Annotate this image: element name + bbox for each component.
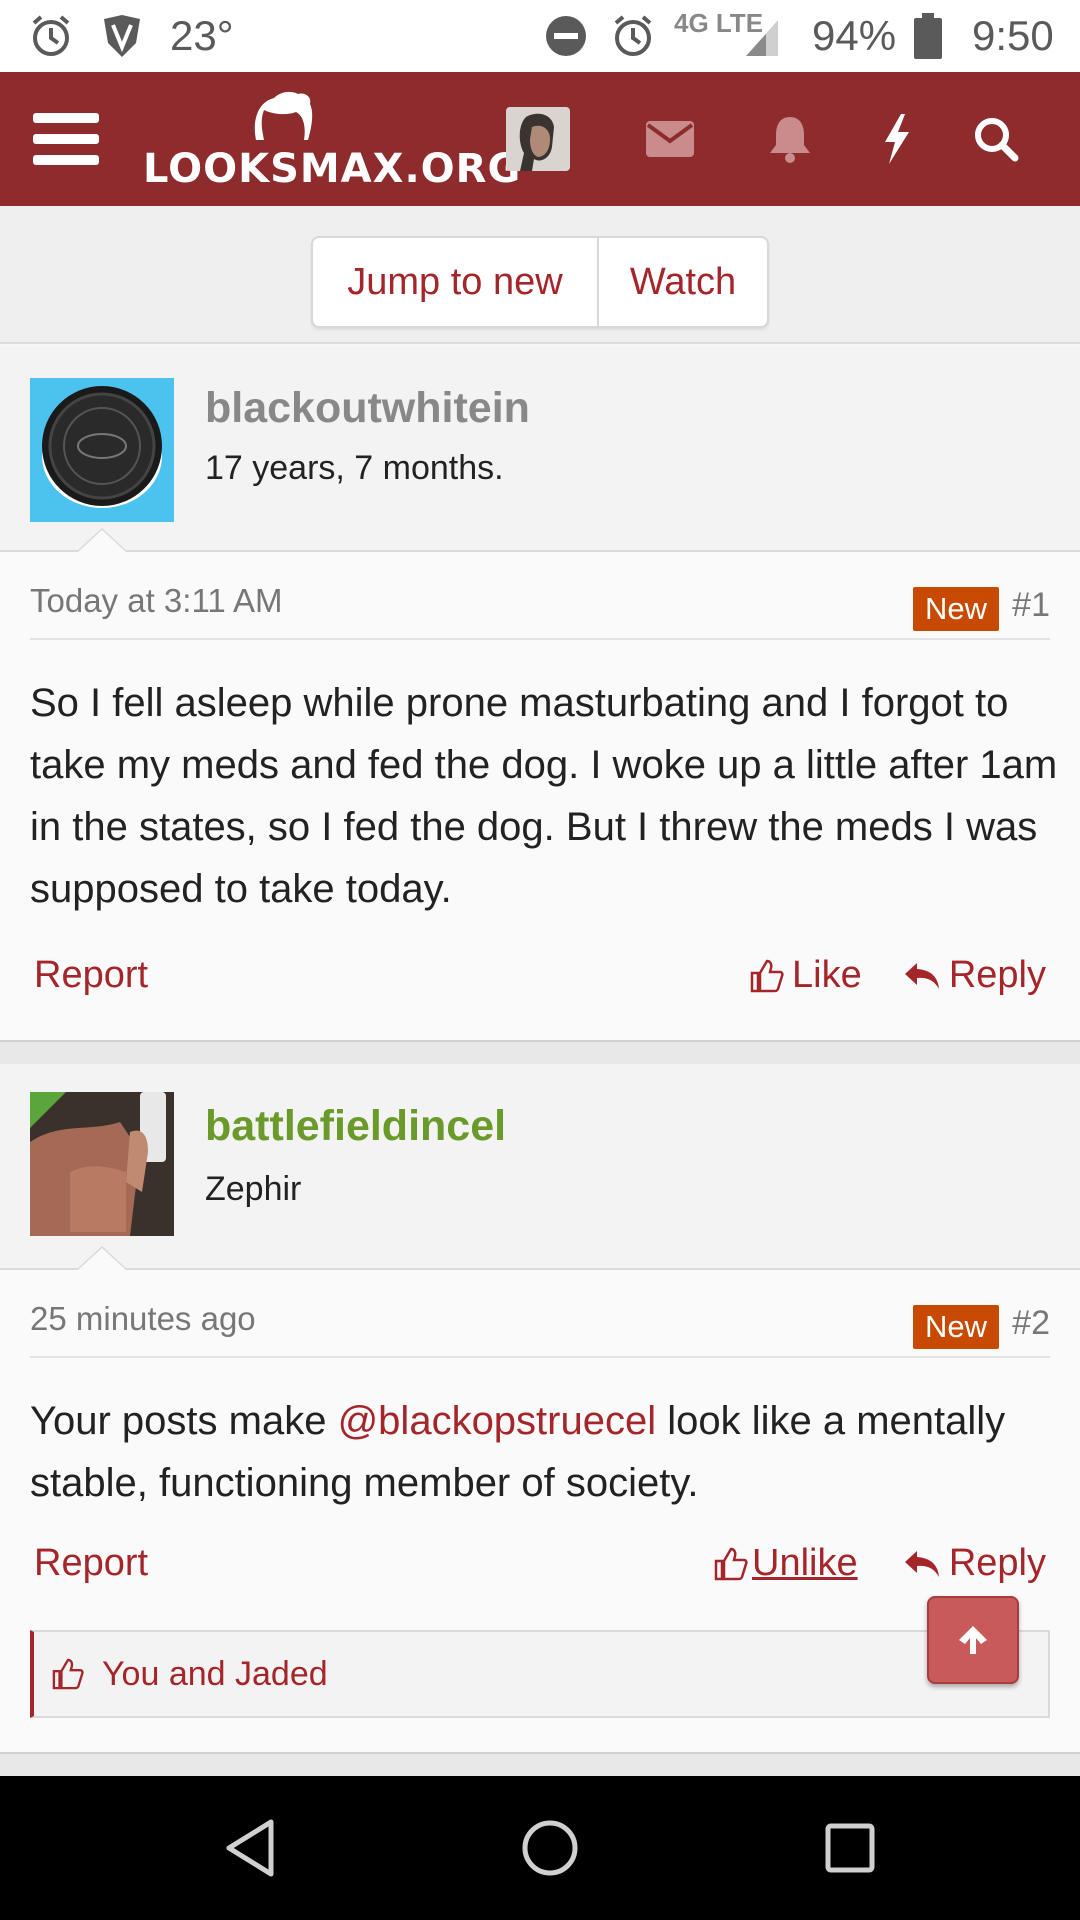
post-2-likes-summary[interactable]: You and Jaded bbox=[30, 1630, 1050, 1718]
post-1-number[interactable]: #1 bbox=[1012, 586, 1050, 625]
post-2-likes-text: You and Jaded bbox=[102, 1654, 328, 1693]
signal-icon bbox=[744, 0, 780, 72]
site-header: LOOKSMAX.ORG bbox=[0, 72, 1080, 206]
logo-hair-icon bbox=[254, 91, 313, 140]
post-2-user-title: Zephir bbox=[205, 1170, 302, 1208]
recents-icon[interactable] bbox=[790, 1776, 910, 1920]
post-2-user-pointer bbox=[76, 1246, 128, 1270]
post-1-reply-button[interactable]: Reply bbox=[903, 954, 1046, 997]
post-divider bbox=[0, 1752, 1080, 1776]
post-2-meta: 25 minutes ago New #2 bbox=[30, 1270, 1050, 1358]
post-1-like-label: Like bbox=[792, 954, 862, 996]
watch-button[interactable]: Watch bbox=[599, 238, 767, 326]
post-2-date[interactable]: 25 minutes ago bbox=[30, 1300, 256, 1338]
post-2-reply-button[interactable]: Reply bbox=[903, 1542, 1046, 1585]
battery-percent: 94% bbox=[812, 12, 897, 59]
post-1-username[interactable]: blackoutwhitein bbox=[205, 384, 530, 433]
mail-icon[interactable] bbox=[640, 72, 700, 206]
post-1-new-badge: New bbox=[912, 587, 999, 631]
post-1-body: Today at 3:11 AM New #1 So I fell asleep… bbox=[0, 552, 1080, 1040]
post-1-like-button[interactable]: Like bbox=[750, 954, 862, 997]
lightning-icon[interactable] bbox=[866, 72, 926, 206]
post-1-user-title: 17 years, 7 months. bbox=[205, 449, 504, 487]
search-icon[interactable] bbox=[966, 72, 1026, 206]
post-2-message-text: Your posts make bbox=[30, 1399, 338, 1443]
post-1-reply-label: Reply bbox=[948, 954, 1046, 996]
thread-button-group: Jump to new Watch bbox=[311, 236, 769, 328]
post-divider bbox=[0, 1040, 1080, 1064]
jump-to-new-button[interactable]: Jump to new bbox=[313, 238, 599, 326]
arrow-up-icon bbox=[959, 1626, 987, 1654]
post-1-user-pointer bbox=[76, 528, 128, 552]
post-2-new-badge: New bbox=[912, 1305, 999, 1349]
android-nav-bar bbox=[0, 1776, 1080, 1920]
post-1-date[interactable]: Today at 3:11 AM bbox=[30, 582, 283, 620]
do-not-disturb-icon bbox=[544, 0, 588, 72]
thumbs-up-icon bbox=[750, 959, 784, 992]
post-2-user-block: battlefieldincel Zephir bbox=[0, 1064, 1080, 1270]
post-1-report-link[interactable]: Report bbox=[34, 954, 148, 997]
thread-action-bar: Jump to new Watch bbox=[0, 206, 1080, 344]
post-1-user-block: blackoutwhitein 17 years, 7 months. bbox=[0, 346, 1080, 552]
alarm-icon bbox=[28, 0, 74, 72]
bell-icon[interactable] bbox=[760, 72, 820, 206]
post-2-username[interactable]: battlefieldincel bbox=[205, 1102, 506, 1151]
scroll-to-top-button[interactable] bbox=[927, 1596, 1019, 1684]
logo-text: LOOKSMAX.ORG bbox=[143, 146, 522, 192]
reply-arrow-icon bbox=[904, 1550, 939, 1577]
post-2-actions: Report Unlike Reply bbox=[30, 1542, 1050, 1598]
post-1-message: So I fell asleep while prone masturbatin… bbox=[30, 681, 1058, 911]
post-1-meta: Today at 3:11 AM New #1 bbox=[30, 552, 1050, 640]
thumbs-up-icon bbox=[52, 1658, 84, 1690]
post-1-actions: Report Like Reply bbox=[30, 954, 1050, 1010]
battery-icon bbox=[914, 0, 942, 72]
reply-arrow-icon bbox=[904, 962, 939, 989]
clock-time: 9:50 bbox=[972, 12, 1054, 59]
post-2-mention-link[interactable]: @blackopstruecel bbox=[338, 1399, 657, 1443]
avatar[interactable] bbox=[506, 72, 570, 206]
menu-icon[interactable] bbox=[30, 72, 102, 206]
back-icon[interactable] bbox=[190, 1776, 310, 1920]
post-2-number[interactable]: #2 bbox=[1012, 1304, 1050, 1343]
post-2-avatar[interactable] bbox=[30, 1092, 174, 1236]
alarm-icon bbox=[610, 0, 656, 72]
home-icon[interactable] bbox=[490, 1776, 610, 1920]
status-bar: 23° 4G LTE 94% 9:50 bbox=[0, 0, 1080, 72]
thumbs-up-icon bbox=[714, 1547, 748, 1580]
vpn-shield-icon bbox=[102, 0, 142, 72]
temperature: 23° bbox=[170, 12, 234, 59]
post-2-report-link[interactable]: Report bbox=[34, 1542, 148, 1585]
post-2-unlike-label: Unlike bbox=[752, 1542, 858, 1584]
post-2-body: 25 minutes ago New #2 Your posts make @b… bbox=[0, 1270, 1080, 1776]
post-2-unlike-button[interactable]: Unlike bbox=[714, 1542, 858, 1585]
post-1-avatar[interactable] bbox=[30, 378, 174, 522]
post-2-message: Your posts make @blackopstruecel look li… bbox=[30, 1390, 1060, 1514]
post-2-reply-label: Reply bbox=[948, 1542, 1046, 1584]
